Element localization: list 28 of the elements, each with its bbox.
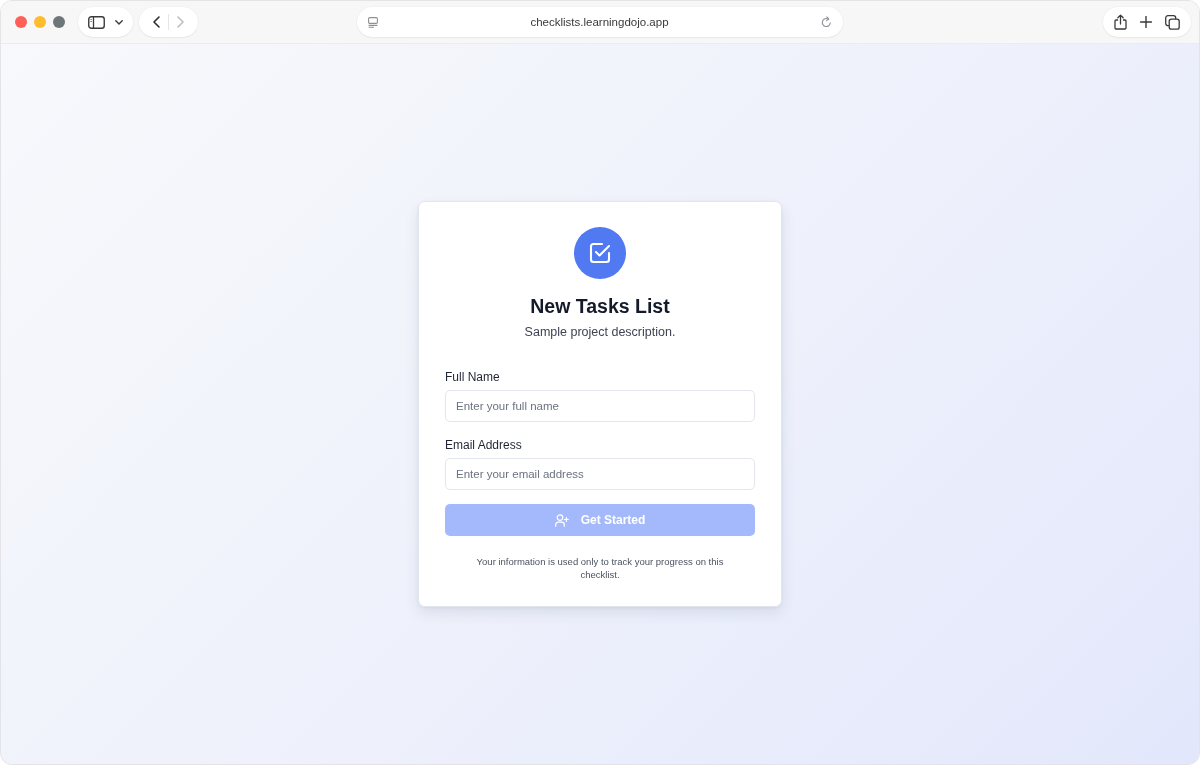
privacy-note: Your information is used only to track your progress on this checklist. — [475, 555, 725, 581]
input-field[interactable]: Enter your email address — [445, 458, 755, 490]
field-label: Full Name — [445, 369, 501, 386]
url-text: checklists.learningdojo.app — [530, 16, 669, 28]
user-plus-icon — [554, 513, 569, 527]
field-label: Email Address — [445, 437, 523, 454]
chevron-right-icon — [177, 16, 184, 28]
checkbox-icon — [574, 227, 626, 279]
plus-icon — [1140, 16, 1152, 28]
reload-icon[interactable] — [821, 16, 832, 28]
sidebar-icon — [88, 15, 105, 29]
share-icon — [1113, 14, 1127, 30]
page-icon — [368, 16, 378, 28]
address-bar[interactable]: checklists.learningdojo.app — [357, 7, 843, 37]
input-field[interactable]: Enter your full name — [445, 390, 755, 422]
tabs-overview-button[interactable] — [1163, 12, 1183, 32]
window-control-icon[interactable] — [53, 16, 65, 28]
sidebar-button[interactable] — [86, 13, 107, 31]
chevron-left-icon — [153, 16, 160, 28]
new-tab-button[interactable] — [1138, 14, 1154, 30]
chevron-down-icon — [115, 19, 123, 25]
share-button[interactable] — [1111, 12, 1129, 32]
back-button[interactable] — [151, 14, 162, 30]
dropdown-button[interactable] — [113, 17, 125, 27]
card-title: New Tasks List — [530, 294, 670, 319]
tabs-icon — [1165, 14, 1181, 30]
card-description: Sample project description. — [524, 324, 676, 341]
window-control-icon[interactable] — [15, 16, 27, 28]
